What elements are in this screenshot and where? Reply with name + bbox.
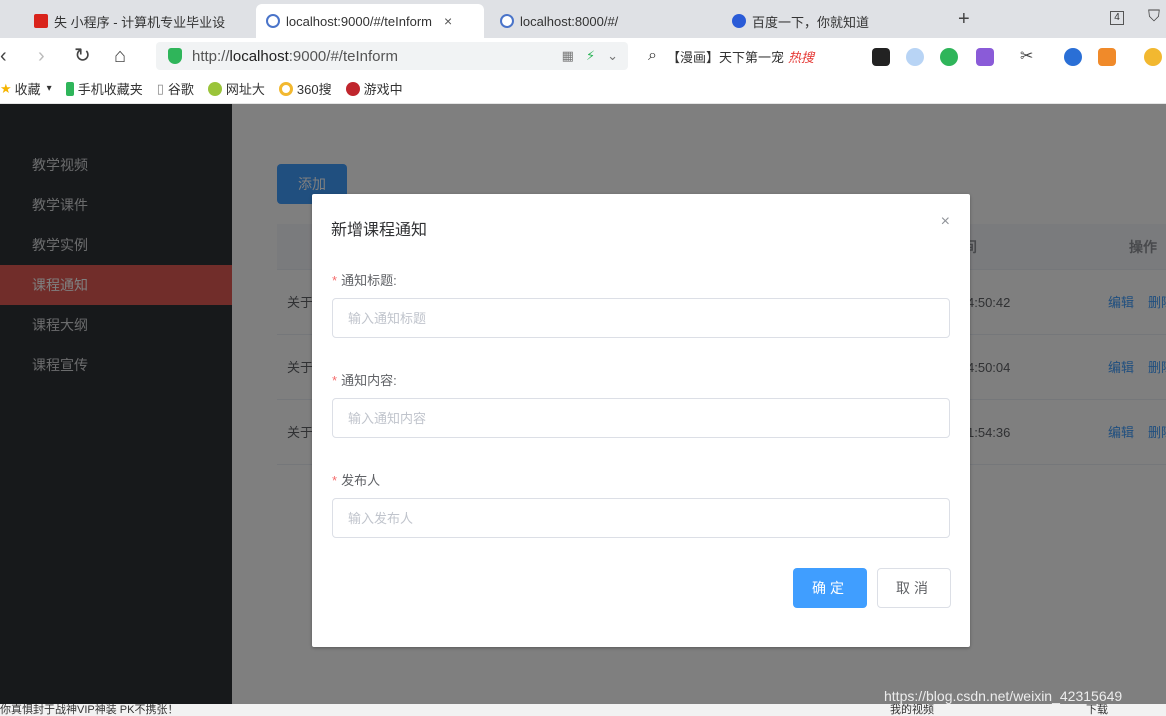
close-tab-icon[interactable]: × — [444, 13, 452, 29]
secure-shield-icon — [168, 48, 182, 64]
address-bar[interactable]: http://localhost:9000/#/teInform ▦ ⚡ ⌄ — [156, 42, 628, 70]
publisher-input[interactable] — [332, 498, 950, 538]
game-icon[interactable] — [1098, 48, 1116, 66]
search-icon: ⌕ — [648, 47, 657, 64]
lightning-icon[interactable]: ⚡ — [586, 48, 595, 64]
my-video-button[interactable]: 我的视频 — [890, 704, 934, 716]
site-icon — [278, 81, 293, 96]
blog-url-watermark: https://blog.csdn.net/weixin_42315649 — [884, 688, 1123, 704]
bookmarks-bar: ★ 收藏 ▾ 手机收藏夹 ▯ 谷歌 网址大 360搜 游戏中 — [0, 74, 1166, 104]
tab-title: 失 小程序 - 计算机专业毕业设 — [54, 14, 226, 30]
site-icon — [207, 81, 222, 96]
back-icon[interactable]: ‹ — [0, 44, 7, 68]
bookmark-hao[interactable]: 网址大 — [207, 79, 265, 98]
browser-toolbar: ‹ › ↻ ⌂ http://localhost:9000/#/teInform… — [0, 38, 1166, 74]
tab-localhost-8000[interactable]: localhost:8000/#/ — [490, 4, 712, 38]
scissors-icon[interactable]: ✂ — [1020, 48, 1038, 66]
globe-icon — [500, 14, 514, 28]
globe-icon — [266, 14, 280, 28]
bookmark-360[interactable]: 360搜 — [278, 79, 332, 98]
skin-shirt-icon[interactable]: ⛉ — [1148, 8, 1160, 26]
publisher-label: * 发布人 — [332, 473, 381, 488]
home-icon[interactable]: ⌂ — [114, 44, 126, 68]
tab-title: localhost:9000/#/teInform — [286, 13, 432, 29]
extension-icon[interactable] — [940, 48, 958, 66]
tab-title: 百度一下，你就知道 — [752, 14, 870, 30]
hot-search-label: 热搜 — [787, 49, 814, 65]
search-text: 【漫画】天下第一宠 — [666, 49, 784, 65]
browser-status-bar: 你真惧封于战神VIP神装 PK不携张！ 我的视频 下载 — [0, 704, 1166, 716]
bookmark-favorites[interactable]: ★ 收藏 ▾ — [0, 79, 52, 98]
bookmark-mobile[interactable]: 手机收藏夹 — [65, 79, 143, 98]
tab-count-badge[interactable]: 4 — [1110, 11, 1124, 25]
notice-content-label: * 通知内容: — [332, 373, 397, 388]
extension-icon[interactable] — [906, 48, 924, 66]
browser-tab-bar: 失 小程序 - 计算机专业毕业设 localhost:9000/#/teInfo… — [0, 0, 1166, 38]
site-icon — [345, 81, 360, 96]
bookmark-games[interactable]: 游戏中 — [345, 79, 403, 98]
zoom-icon[interactable] — [1064, 48, 1082, 66]
notice-content-input[interactable] — [332, 398, 950, 438]
reload-icon[interactable]: ↻ — [74, 44, 91, 68]
new-tab-icon[interactable]: + — [958, 8, 970, 31]
required-asterisk: * — [332, 273, 338, 288]
bookmark-google[interactable]: ▯ 谷歌 — [157, 79, 194, 98]
required-asterisk: * — [332, 473, 338, 488]
status-ad-text[interactable]: 你真惧封于战神VIP神装 PK不携张！ — [0, 704, 178, 716]
add-notice-dialog: 新增课程通知 × *通知标题: *通知内容: *发布人 确定 取消 — [312, 194, 970, 647]
url-text: http://localhost:9000/#/teInform — [192, 47, 398, 65]
required-asterisk: * — [332, 373, 338, 388]
app-area: 教学视频 教学课件 教学实例 课程通知 课程大纲 课程宣传 添加 间 操作 关于… — [0, 104, 1166, 704]
star-icon: ★ — [0, 80, 12, 96]
phone-icon — [65, 81, 74, 96]
dialog-title: 新增课程通知 — [331, 222, 428, 239]
tab-baidu[interactable]: 百度一下，你就知道 — [722, 4, 948, 38]
forward-icon[interactable]: › — [38, 44, 45, 68]
chevron-down-icon[interactable]: ⌄ — [607, 48, 618, 64]
confirm-button[interactable]: 确定 — [793, 568, 867, 608]
extension-icon[interactable] — [872, 48, 890, 66]
site-favicon-icon — [34, 14, 48, 28]
cancel-button[interactable]: 取消 — [877, 568, 951, 608]
tab-teinform[interactable]: localhost:9000/#/teInform × — [256, 4, 484, 38]
close-icon[interactable]: × — [941, 214, 950, 230]
baidu-paw-icon — [732, 14, 746, 28]
notice-title-label: * 通知标题: — [332, 273, 397, 288]
download-button[interactable]: 下载 — [1086, 704, 1108, 716]
tab-title: localhost:8000/#/ — [520, 13, 619, 29]
qr-code-icon[interactable]: ▦ — [562, 48, 574, 64]
page-icon: ▯ — [156, 80, 164, 96]
notice-title-input[interactable] — [332, 298, 950, 338]
translate-icon[interactable] — [976, 48, 994, 66]
wallet-icon[interactable] — [1144, 48, 1162, 66]
tab-miniprogram[interactable]: 失 小程序 - 计算机专业毕业设 — [24, 4, 252, 38]
search-box[interactable]: ⌕ 【漫画】天下第一宠 热搜 — [648, 42, 858, 70]
